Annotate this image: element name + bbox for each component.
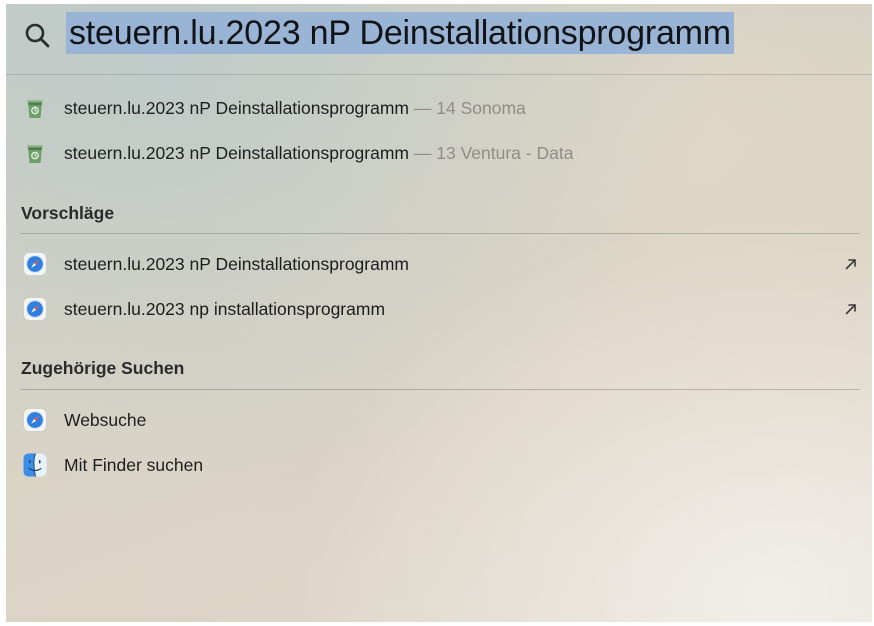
- related-item-finder-search[interactable]: Mit Finder suchen: [6, 445, 872, 485]
- suggestion-item[interactable]: steuern.lu.2023 np installationsprogramm: [6, 289, 872, 329]
- result-item[interactable]: steuern.lu.2023 nP Deinstallationsprogra…: [6, 88, 872, 128]
- result-location: — 13 Ventura - Data: [413, 143, 574, 163]
- search-input[interactable]: steuern.lu.2023 nP Deinstallationsprogra…: [66, 12, 734, 54]
- suggestion-label: steuern.lu.2023 nP Deinstallationsprogra…: [64, 254, 410, 274]
- suggestion-item[interactable]: steuern.lu.2023 nP Deinstallationsprogra…: [6, 244, 872, 284]
- result-location: — 14 Sonoma: [413, 98, 526, 118]
- related-item-web-search[interactable]: Websuche: [6, 400, 872, 440]
- search-icon: [25, 23, 50, 48]
- result-label: steuern.lu.2023 nP Deinstallationsprogra…: [64, 88, 526, 128]
- arrow-up-right-icon[interactable]: [844, 257, 858, 271]
- result-label: steuern.lu.2023 nP Deinstallationsprogra…: [64, 133, 573, 173]
- trash-can-app-icon: [27, 145, 43, 163]
- suggestion-label: steuern.lu.2023 np installationsprogramm: [64, 299, 386, 319]
- section-divider: [20, 389, 860, 390]
- finder-icon: [23, 453, 47, 477]
- related-label: Mit Finder suchen: [64, 455, 204, 475]
- section-heading-related: Zugehörige Suchen: [21, 358, 185, 378]
- arrow-up-right-icon[interactable]: [844, 302, 858, 316]
- section-divider: [20, 233, 860, 234]
- related-label: Websuche: [64, 410, 147, 430]
- result-item[interactable]: steuern.lu.2023 nP Deinstallationsprogra…: [6, 133, 872, 173]
- spotlight-panel: steuern.lu.2023 nP Deinstallationsprogra…: [6, 4, 872, 622]
- safari-icon: [23, 297, 47, 321]
- search-bar[interactable]: steuern.lu.2023 nP Deinstallationsprogra…: [6, 4, 872, 75]
- safari-icon: [23, 252, 47, 276]
- section-heading-suggestions: Vorschläge: [21, 203, 115, 223]
- result-title: steuern.lu.2023 nP Deinstallationsprogra…: [64, 98, 410, 118]
- result-title: steuern.lu.2023 nP Deinstallationsprogra…: [64, 143, 410, 163]
- safari-icon: [23, 408, 47, 432]
- trash-can-app-icon: [27, 100, 43, 118]
